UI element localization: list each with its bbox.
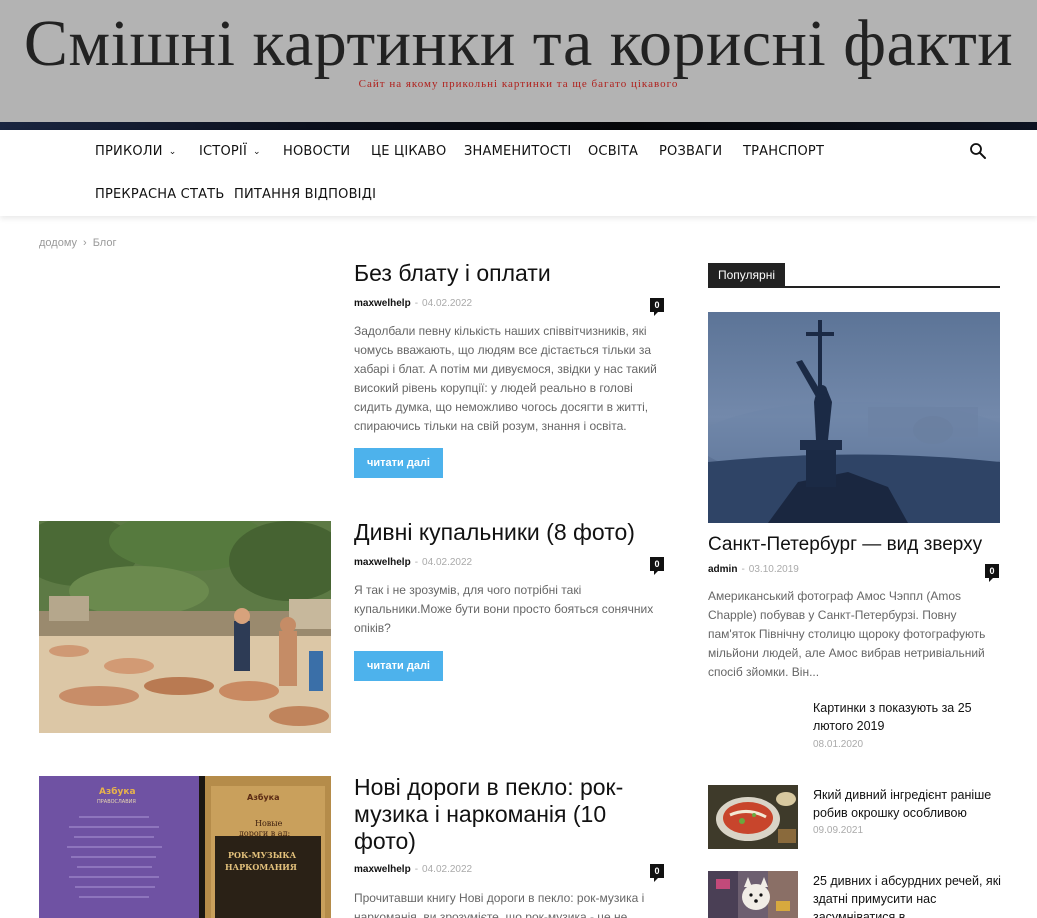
soup-photo <box>708 785 798 849</box>
dog-photo <box>708 871 798 918</box>
read-more-button[interactable]: читати далі <box>354 448 443 478</box>
comment-count-badge[interactable]: 0 <box>985 564 999 582</box>
post-excerpt: Задолбали певну кількість наших співвітч… <box>354 324 657 433</box>
nav-item-transport[interactable]: ТРАНСПОРТ <box>743 144 824 159</box>
post-author[interactable]: maxwelhelp <box>354 557 411 568</box>
post-excerpt: Я так і не зрозумів, для чого потрібні т… <box>354 583 654 635</box>
nav-item-rozvagy[interactable]: РОЗВАГИ <box>659 144 722 159</box>
popular-item-thumbnail[interactable] <box>708 871 798 918</box>
post-meta: maxwelhelp -04.02.2022 <box>354 298 473 309</box>
popular-item-thumbnail[interactable] <box>708 785 798 849</box>
nav-item-label: ІСТОРІЇ <box>199 144 247 159</box>
post-date: 04.02.2022 <box>422 298 473 309</box>
post-excerpt: Прочитавши книгу Нові дороги в пекло: ро… <box>354 891 645 918</box>
nav-item-tse-tsikavo[interactable]: ЦЕ ЦІКАВО <box>371 144 446 159</box>
popular-widget-header: Популярні <box>708 263 1000 288</box>
nav-item-osvita[interactable]: ОСВІТА <box>588 144 638 159</box>
post-thumbnail[interactable]: Азбука ПРАВОСЛАВИЯ Азбука Новые дороги в… <box>39 776 331 918</box>
breadcrumb-current[interactable]: Блог <box>93 237 117 249</box>
breadcrumb: додому › Блог <box>39 237 116 249</box>
search-icon[interactable] <box>969 142 987 160</box>
main-nav: ПРИКОЛИ ⌄ ІСТОРІЇ ⌄ НОВОСТИ ЦЕ ЦІКАВО ЗНАМ… <box>0 130 1037 216</box>
popular-item-title[interactable]: Картинки з показують за 25 лютого 2019 <box>813 699 1003 735</box>
comment-count-badge[interactable]: 0 <box>650 557 664 575</box>
popular-item-date: 08.01.2020 <box>813 739 864 750</box>
featured-post-image[interactable] <box>708 312 1000 523</box>
post-title[interactable]: Без блату і оплати <box>354 260 664 287</box>
featured-post-title[interactable]: Санкт-Петербург — вид зверху <box>708 534 982 556</box>
post-title[interactable]: Дивні купальники (8 фото) <box>354 519 664 546</box>
post-thumbnail[interactable] <box>39 521 331 733</box>
popular-item-title[interactable]: 25 дивних і абсурдних речей, які здатні … <box>813 872 1003 918</box>
post-meta: maxwelhelp -04.02.2022 <box>354 557 473 568</box>
book-publisher-logo: Азбука <box>99 786 136 797</box>
nav-item-istorii[interactable]: ІСТОРІЇ ⌄ <box>199 144 261 159</box>
nav-item-pytannia-vidpovidi[interactable]: ПИТАННЯ ВІДПОВІДІ <box>234 187 376 202</box>
book-publisher-sub: ПРАВОСЛАВИЯ <box>97 799 136 805</box>
angel-column-photo <box>708 312 1000 523</box>
read-more-button[interactable]: читати далі <box>354 651 443 681</box>
site-header: Смішні картинки та корисні факти Сайт на… <box>0 0 1037 122</box>
post-author[interactable]: maxwelhelp <box>354 864 411 875</box>
post-author[interactable]: admin <box>708 564 737 575</box>
nav-item-znamenytosti[interactable]: ЗНАМЕНИТОСТІ <box>464 144 571 159</box>
chevron-down-icon: ⌄ <box>253 147 261 157</box>
breadcrumb-home-link[interactable]: додому <box>39 237 77 249</box>
post-author[interactable]: maxwelhelp <box>354 298 411 309</box>
featured-post-excerpt: Американський фотограф Амос Чэппл (Amos … <box>708 589 986 679</box>
comment-count-badge[interactable]: 0 <box>650 298 664 316</box>
post-meta: maxwelhelp -04.02.2022 <box>354 864 473 875</box>
book-cover-title-line: НАРКОМАНИЯ <box>225 862 297 872</box>
breadcrumb-separator: › <box>83 237 87 249</box>
post-title[interactable]: Нові дороги в пекло: рок-музика і нарком… <box>354 774 664 855</box>
nav-item-pryколи[interactable]: ПРИКОЛИ ⌄ <box>95 144 176 159</box>
site-tagline: Сайт на якому прикольні картинки та ще б… <box>358 78 679 90</box>
popular-item-title[interactable]: Який дивний інгредієнт раніше робив окро… <box>813 786 1003 822</box>
featured-post-meta: admin -03.10.2019 <box>708 564 799 575</box>
beach-photo-image <box>39 521 331 733</box>
book-cover-publisher: Азбука <box>247 792 279 802</box>
book-cover-title-line: дороги в ад: <box>239 829 290 838</box>
book-cover-image: Азбука ПРАВОСЛАВИЯ Азбука Новые дороги в… <box>39 776 331 918</box>
book-cover-title-line: Новые <box>255 819 283 828</box>
header-divider-band <box>0 122 1037 130</box>
book-cover-title-line: РОК-МУЗЫКА <box>228 850 297 860</box>
post-date: 03.10.2019 <box>748 564 799 575</box>
post-date: 04.02.2022 <box>422 864 473 875</box>
comment-count-badge[interactable]: 0 <box>650 864 664 882</box>
nav-item-label: ПРИКОЛИ <box>95 144 163 159</box>
post-date: 04.02.2022 <box>422 557 473 568</box>
site-title[interactable]: Смішні картинки та корисні факти <box>0 6 1037 82</box>
popular-item-date: 09.09.2021 <box>813 825 864 836</box>
nav-item-prekrasna-stat[interactable]: ПРЕКРАСНА СТАТЬ <box>95 187 224 202</box>
widget-title: Популярні <box>708 263 785 287</box>
chevron-down-icon: ⌄ <box>168 147 177 157</box>
nav-item-novosty[interactable]: НОВОСТИ <box>283 144 350 159</box>
